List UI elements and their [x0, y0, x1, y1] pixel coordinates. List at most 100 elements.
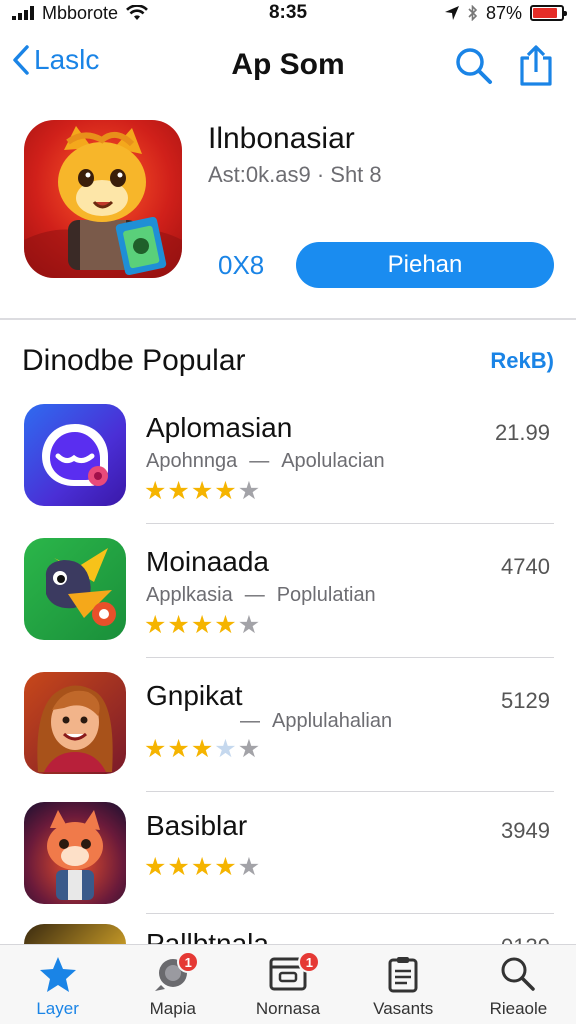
featured-app-name: Ilnbonasiar	[208, 122, 355, 155]
row-divider	[146, 657, 554, 658]
app-tagline: Applulahalian	[272, 710, 393, 732]
tab-mapia[interactable]: 1 Mapia	[115, 945, 230, 1024]
star-filled-icon: ★	[144, 735, 167, 763]
list-item[interactable]: Basiblar ★ ★ ★ ★ ★ 3949	[0, 798, 576, 928]
battery-icon	[530, 5, 567, 21]
app-name-partial: Pallbtnala	[146, 928, 269, 944]
see-all-link[interactable]: RekB)	[490, 348, 554, 374]
tab-label: Nornasa	[255, 999, 321, 1018]
tab-rieaole[interactable]: Rieaole	[461, 945, 576, 1024]
app-category: Applkasia	[146, 584, 233, 606]
star-filled-icon: ★	[214, 853, 237, 881]
tab-bar: Layer 1 Mapia 1 Nornasa Vasants Rieaole	[0, 944, 576, 1024]
search-icon	[456, 48, 492, 84]
star-filled-icon: ★	[190, 477, 214, 505]
app-price[interactable]: 21.99	[495, 420, 550, 446]
star-empty-icon: ★	[214, 735, 237, 763]
app-tagline: Apolulacian	[281, 450, 385, 472]
get-button[interactable]: Piehan	[296, 242, 554, 288]
share-icon	[520, 45, 552, 86]
app-price[interactable]: 5129	[501, 688, 550, 714]
status-bar: Mbborote 8:35 87%	[0, 0, 576, 26]
separator-dash: —	[244, 584, 265, 606]
star-filled-icon: ★	[190, 853, 214, 881]
star-empty-icon: ★	[237, 853, 261, 881]
rating-stars: ★ ★ ★ ★ ★	[144, 610, 260, 640]
tab-label: Mapia	[149, 999, 196, 1018]
signal-icon	[12, 6, 34, 20]
app-subtitle: — Applulahalian	[240, 710, 392, 733]
row-divider	[146, 913, 554, 914]
tab-nornasa[interactable]: 1 Nornasa	[230, 945, 345, 1024]
star-filled-icon: ★	[167, 735, 190, 763]
bluetooth-icon	[468, 5, 478, 21]
star-filled-icon: ★	[214, 477, 237, 505]
cat-mascot-icon	[24, 126, 182, 278]
app-price[interactable]: 4740	[501, 554, 550, 580]
star-filled-icon: ★	[167, 853, 190, 881]
app-subtitle: Apohnnga — Apolulacian	[146, 450, 385, 473]
tab-label: Layer	[36, 999, 79, 1018]
featured-app-price[interactable]: 0X8	[218, 250, 264, 281]
tab-vasants[interactable]: Vasants	[346, 945, 461, 1024]
section-divider	[0, 318, 576, 320]
row-divider	[146, 791, 554, 792]
battery-percent: 87%	[485, 2, 522, 23]
list-item[interactable]: Aplomasian Apohnnga — Apolulacian ★ ★ ★ ★ ★ 21…	[0, 400, 576, 530]
wifi-icon	[126, 5, 148, 21]
star-empty-icon: ★	[237, 735, 261, 763]
app-icon-partial	[24, 924, 126, 944]
ghost-chat-icon	[24, 404, 126, 506]
row-divider	[146, 523, 554, 524]
status-right: 87%	[444, 2, 567, 24]
clipboard-icon	[388, 957, 418, 993]
star-filled-icon: ★	[167, 611, 190, 639]
star-filled-icon: ★	[214, 611, 237, 639]
list-item[interactable]: Moinaada Applkasia — Poplulatian ★ ★ ★ ★ ★ 474…	[0, 534, 576, 664]
notification-badge: 1	[298, 951, 321, 973]
app-name: Gnpikat	[146, 680, 243, 711]
carrier-name: Mbborote	[42, 2, 119, 23]
app-name: Basiblar	[146, 810, 248, 841]
app-price-partial: 0139	[501, 934, 550, 944]
app-subtitle: Applkasia — Poplulatian	[146, 584, 376, 607]
location-icon	[444, 5, 460, 21]
app-price[interactable]: 3949	[501, 818, 550, 844]
star-filled-icon: ★	[190, 735, 214, 763]
featured-app-meta: Ast:0k.as9 · Sht 8	[208, 162, 382, 187]
tab-label: Rieaole	[489, 999, 548, 1018]
star-filled-icon: ★	[144, 611, 167, 639]
app-category: Apohnnga	[146, 450, 238, 472]
star-icon	[39, 957, 76, 992]
featured-app: Ilnbonasiar Ast:0k.as9 · Sht 8 0X8 Pieha…	[0, 118, 576, 318]
featured-app-icon[interactable]	[24, 120, 182, 278]
battery-fill	[533, 8, 558, 18]
search-button[interactable]	[454, 46, 494, 91]
star-filled-icon: ★	[144, 477, 167, 505]
status-left: Mbborote	[12, 3, 444, 24]
star-filled-icon: ★	[167, 477, 190, 505]
rating-stars: ★ ★ ★ ★ ★	[144, 476, 260, 506]
star-filled-icon: ★	[144, 853, 167, 881]
tab-layer[interactable]: Layer	[0, 945, 115, 1024]
character-icon	[24, 672, 126, 774]
star-empty-icon: ★	[237, 477, 261, 505]
app-name: Aplomasian	[146, 412, 293, 443]
star-empty-icon: ★	[237, 611, 261, 639]
list-item[interactable]: Gnpikat — Applulahalian ★ ★ ★ ★ ★ 5129	[0, 668, 576, 798]
section-title: Dinodbe Popular	[22, 344, 246, 377]
fox-icon	[24, 802, 126, 904]
separator-dash: —	[240, 710, 260, 732]
notification-badge: 1	[177, 951, 200, 973]
rating-stars: ★ ★ ★ ★ ★	[144, 734, 260, 764]
rating-stars: ★ ★ ★ ★ ★	[144, 852, 260, 882]
app-tagline: Poplulatian	[276, 584, 376, 606]
share-button[interactable]	[516, 44, 556, 93]
star-filled-icon: ★	[190, 611, 214, 639]
list-item-partial[interactable]: Pallbtnala 0139	[0, 920, 576, 944]
app-name: Moinaada	[146, 546, 269, 577]
separator-dash: —	[249, 450, 270, 472]
search-icon	[501, 957, 536, 991]
tab-label: Vasants	[373, 999, 434, 1018]
bird-icon	[24, 538, 126, 640]
